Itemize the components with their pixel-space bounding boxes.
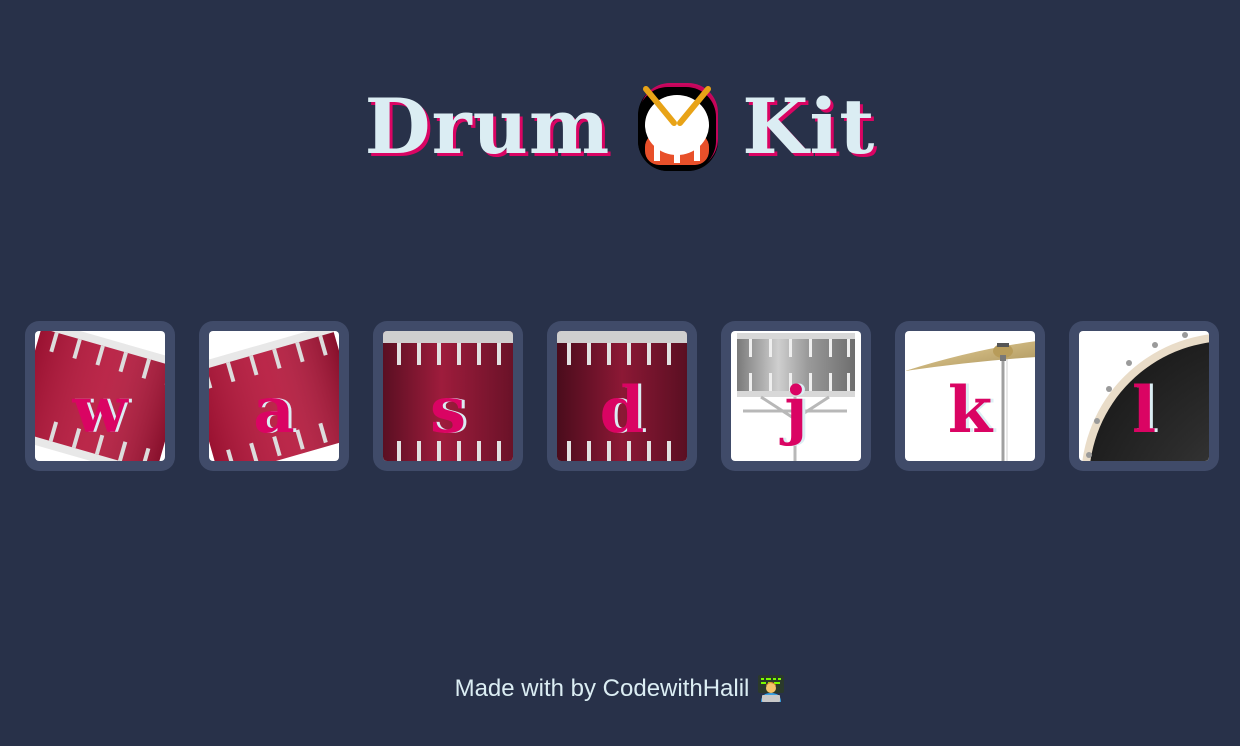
- drum-image-snare: j: [731, 331, 861, 461]
- footer: Made with by CodewithHalil: [0, 672, 1240, 706]
- drum-key-label: s: [429, 373, 467, 448]
- drum-key-label: w: [72, 373, 128, 448]
- title-right: Kit: [742, 81, 876, 171]
- drum-kit-page: Drum Kit w a s d j k l Made with by Code…: [0, 0, 1240, 746]
- drum-key-label: l: [1131, 373, 1157, 448]
- drum-image-tom-1: w: [35, 331, 165, 461]
- drum-button-s[interactable]: s: [373, 321, 523, 471]
- drum-button-l[interactable]: l: [1069, 321, 1219, 471]
- drum-image-crash: k: [905, 331, 1035, 461]
- drum-key-label: a: [253, 373, 295, 448]
- drum-image-kick-bass: l: [1079, 331, 1209, 461]
- footer-text: Made with by CodewithHalil: [454, 675, 750, 702]
- drum-button-d[interactable]: d: [547, 321, 697, 471]
- drum-button-k[interactable]: k: [895, 321, 1045, 471]
- drum-key-label: j: [784, 373, 808, 448]
- drum-key-label: k: [947, 373, 993, 448]
- page-title: Drum Kit: [0, 73, 1240, 175]
- drum-icon: [638, 82, 719, 171]
- drum-button-j[interactable]: j: [721, 321, 871, 471]
- technologist-icon: [758, 675, 785, 702]
- drum-image-tom-2: a: [209, 331, 339, 461]
- drum-button-w[interactable]: w: [25, 321, 175, 471]
- title-left: Drum: [364, 81, 611, 171]
- drum-key-label: d: [599, 373, 645, 448]
- drum-set: w a s d j k l: [25, 321, 1219, 471]
- drum-image-tom-3: s: [383, 331, 513, 461]
- drum-image-tom-4: d: [557, 331, 687, 461]
- drum-button-a[interactable]: a: [199, 321, 349, 471]
